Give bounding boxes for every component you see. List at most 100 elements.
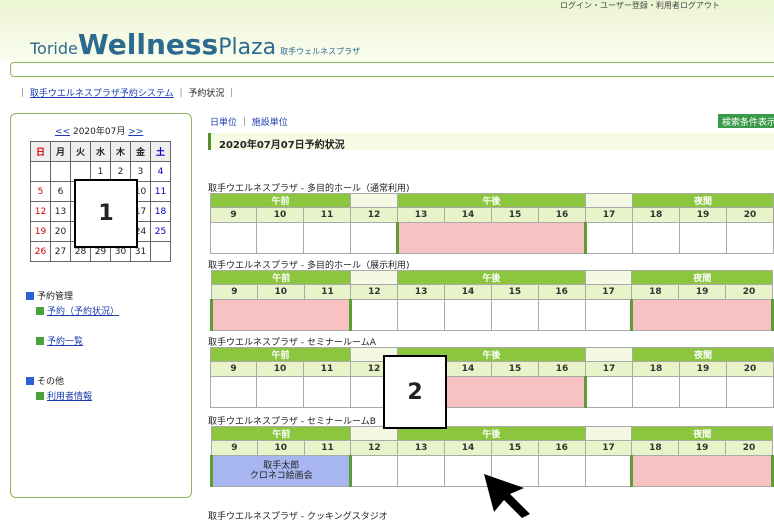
period-pm: 午後 [397,193,586,208]
hour-label: 9 [210,207,257,223]
site-logo[interactable]: TorideWellnessPlaza 取手ウェルネスプラザ [30,28,360,61]
breadcrumb: ｜ 取手ウエルネスプラザ予約システム ｜ 予約状況 ｜ [18,89,237,99]
slot-available[interactable] [256,222,304,254]
slot-available[interactable] [350,222,398,254]
tab-day[interactable]: 日単位 [210,118,237,128]
schedule-table: 午前午後夜間 91011121314151617181920 [209,270,774,331]
calendar-day[interactable]: 25 [150,221,171,242]
slot-available[interactable] [490,299,539,331]
slot-available[interactable] [679,222,727,254]
calendar-day[interactable]: 4 [150,161,171,182]
sidebar-group-other: その他 [26,374,64,387]
cube-icon [36,392,44,400]
cube-icon [36,307,44,315]
calendar-day[interactable]: 5 [30,181,51,202]
slot-available[interactable] [726,222,774,254]
slot-available[interactable] [679,376,727,408]
hour-label: 15 [491,207,539,223]
slot-available[interactable] [537,455,586,487]
slot-available[interactable] [350,299,399,331]
cube-icon [36,337,44,345]
sidebar-item-reservation-list[interactable]: 予約一覧 [36,334,83,347]
slot-reserved [630,455,774,487]
calendar-day[interactable]: 6 [50,181,71,202]
slot-available[interactable] [584,455,633,487]
callout-label-2: 2 [383,355,447,429]
breadcrumb-system-link[interactable]: 取手ウエルネスプラザ予約システム [30,89,174,99]
calendar-day[interactable] [50,161,71,182]
slot-available[interactable] [537,299,586,331]
sidebar-item-reservation-status[interactable]: 予約（予約状況） [36,304,119,317]
tab-facility[interactable]: 施設単位 [252,118,288,128]
calendar-nav: << 2020年07月 >> [55,124,143,137]
hour-label: 18 [631,284,680,300]
cube-icon [26,292,34,300]
slot-available[interactable] [585,222,633,254]
slot-available[interactable] [444,299,492,331]
slot-available[interactable] [632,376,680,408]
period-pm: 午後 [397,270,586,285]
slot-available[interactable] [303,376,351,408]
hour-label: 13 [397,284,446,300]
period-night: 夜間 [631,270,773,285]
slot-available[interactable] [726,376,774,408]
hour-label: 9 [211,440,258,456]
calendar-day[interactable] [150,241,171,262]
calendar-day[interactable]: 27 [50,241,71,262]
slot-available[interactable] [256,376,304,408]
slot-available[interactable] [584,299,633,331]
next-month-link[interactable]: >> [128,127,143,137]
slot-available[interactable] [350,455,399,487]
hour-label: 11 [303,361,351,377]
weekday-fri: 金 [130,141,151,162]
calendar-day[interactable]: 20 [50,221,71,242]
slot-available[interactable] [303,222,351,254]
hour-label: 19 [678,440,727,456]
weekday-sun: 日 [30,141,51,162]
calendar-day[interactable]: 26 [30,241,51,262]
hour-label: 11 [303,207,351,223]
hour-label: 19 [679,361,727,377]
period-am: 午前 [210,193,351,208]
slot-available[interactable] [397,455,446,487]
slot-available[interactable] [210,376,257,408]
calendar-day[interactable]: 11 [150,181,171,202]
slot-available[interactable] [632,222,680,254]
hour-label: 10 [256,440,305,456]
slot-available[interactable] [397,299,446,331]
hour-label: 10 [256,361,304,377]
hour-label: 20 [726,361,774,377]
hour-label: 20 [725,440,773,456]
hour-label: 11 [303,440,352,456]
slot-available[interactable] [210,222,257,254]
calendar-day[interactable]: 18 [150,201,171,222]
hour-label: 18 [632,207,680,223]
hour-label: 16 [537,440,586,456]
calendar-day[interactable] [30,161,51,182]
booked-slot[interactable]: 取手太郎 クロネコ絵画会 [209,455,353,487]
hour-label: 20 [726,207,774,223]
calendar-day[interactable]: 13 [50,201,71,222]
schedule-table: 午前午後夜間 91011121314151617181920 [210,347,774,408]
header-links[interactable]: ログイン・ユーザー登録・利用者ログアウト [560,0,720,11]
period-am: 午前 [210,426,352,441]
hour-label: 17 [585,207,633,223]
search-conditions-button[interactable]: 検索条件表示 [718,114,774,128]
hour-label: 9 [211,284,258,300]
hour-label: 12 [350,207,398,223]
hour-label: 16 [538,361,586,377]
hour-label: 20 [725,284,773,300]
sidebar-item-user-info[interactable]: 利用者情報 [36,389,92,402]
slot-available[interactable] [585,376,633,408]
callout-label-1: 1 [74,179,138,248]
calendar-day[interactable]: 19 [30,221,51,242]
calendar-day[interactable]: 12 [30,201,51,222]
view-tabs: 日単位 ｜ 施設単位 [210,118,288,128]
hour-label: 16 [538,207,586,223]
hour-label: 13 [397,440,446,456]
weekday-thu: 木 [110,141,131,162]
logo-sub: 取手ウェルネスプラザ [280,47,361,56]
hour-label: 17 [584,284,633,300]
prev-month-link[interactable]: << [55,127,70,137]
hour-label: 14 [444,440,492,456]
